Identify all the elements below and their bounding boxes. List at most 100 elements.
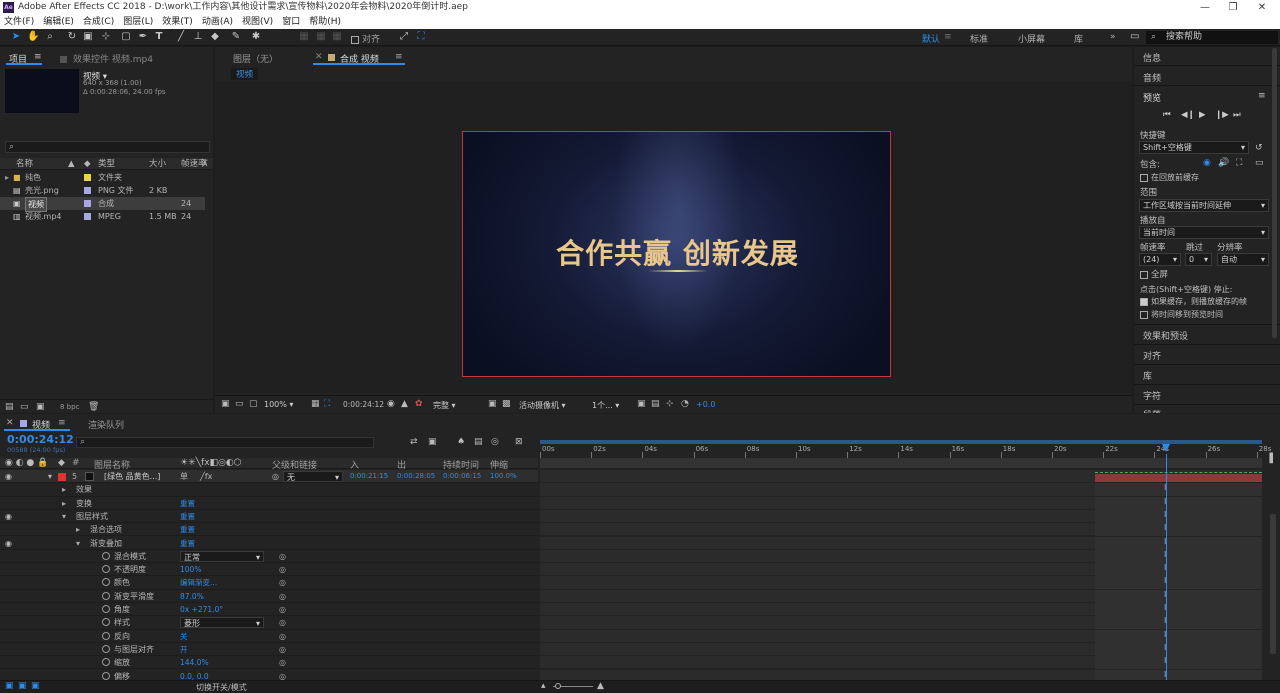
col-name[interactable]: 名称: [16, 159, 33, 170]
timeline-icon[interactable]: ▤: [651, 399, 660, 409]
property-row[interactable]: 混合模式 正常 ▾ ◎: [0, 550, 538, 564]
fast-preview-icon[interactable]: ▣: [637, 399, 646, 409]
property-value[interactable]: 重置: [180, 510, 195, 523]
monitor-icon[interactable]: ▭: [235, 399, 244, 409]
mask-visibility-icon[interactable]: ▢: [249, 399, 258, 409]
menu-edit[interactable]: 编辑(E): [39, 15, 79, 29]
right-panel-scrollbar[interactable]: [1272, 48, 1277, 338]
property-value[interactable]: 编辑渐变...: [180, 576, 217, 589]
visibility-eye-icon[interactable]: ◉: [5, 470, 12, 483]
timeline-menu-icon[interactable]: ≡: [58, 418, 66, 428]
expression-pickwhip-icon[interactable]: ◎: [279, 643, 286, 656]
timeline-search-input[interactable]: ⌕: [76, 437, 374, 448]
layer-out-time[interactable]: 0:00:28:05: [397, 470, 435, 483]
skip-dropdown[interactable]: 0 ▾: [1185, 253, 1212, 266]
timeline-scrollbar[interactable]: [1270, 514, 1276, 654]
play-icon[interactable]: ▶: [1199, 110, 1206, 120]
flowchart-view-icon[interactable]: ⊹: [666, 399, 674, 409]
reset-exposure-icon[interactable]: ◔: [681, 399, 689, 409]
zoom-slider-thumb[interactable]: [555, 683, 561, 689]
flowchart-icon[interactable]: ⊼: [202, 159, 208, 170]
resolution-dropdown[interactable]: 完整 ▾: [433, 400, 456, 411]
parent-dropdown[interactable]: 无 ▾: [283, 471, 343, 482]
axis-world-icon[interactable]: ▦: [315, 31, 327, 43]
include-layer-controls-icon[interactable]: ▭: [1255, 158, 1264, 168]
stopwatch-icon[interactable]: [102, 605, 110, 613]
frame-blending-icon[interactable]: ▤: [474, 437, 483, 447]
workspace-standard[interactable]: 标准: [970, 32, 988, 45]
stopwatch-icon[interactable]: [102, 591, 110, 600]
property-row[interactable]: 不透明度 100% ◎: [0, 563, 538, 577]
shy-layers-icon[interactable]: ♠: [457, 437, 465, 447]
stopwatch-icon[interactable]: [102, 618, 110, 627]
snap-icon[interactable]: ⤢: [398, 31, 410, 43]
align-panel-tab[interactable]: 对齐: [1143, 349, 1161, 362]
property-value[interactable]: 0x +271.0°: [180, 603, 223, 616]
workspace-library[interactable]: 库: [1074, 32, 1083, 45]
list-item[interactable]: ▸ ■ 纯色 文件夹: [0, 171, 213, 184]
stopwatch-icon[interactable]: [102, 671, 110, 680]
col-size[interactable]: 大小: [149, 159, 166, 170]
paragraph-panel-tab[interactable]: 段落: [1143, 408, 1161, 413]
workspace-menu-icon[interactable]: ≡: [944, 32, 952, 42]
align-checkbox[interactable]: 对齐: [351, 32, 380, 45]
property-row[interactable]: 角度 0x +271.0° ◎: [0, 603, 538, 617]
property-row[interactable]: ▸ 混合选项 重置: [0, 523, 538, 537]
region-of-interest-icon[interactable]: ▣: [488, 399, 497, 409]
property-row[interactable]: 反向 关 ◎: [0, 630, 538, 643]
selection-tool-icon[interactable]: ➤: [10, 31, 22, 43]
property-row[interactable]: 渐变平滑度 87.0% ◎: [0, 590, 538, 603]
pen-tool-icon[interactable]: ✒: [137, 31, 149, 43]
search-help-field[interactable]: ⌕ 搜索帮助: [1146, 31, 1278, 44]
property-row[interactable]: ▸ 效果: [0, 483, 538, 497]
new-folder-icon[interactable]: ▭: [20, 402, 29, 412]
transparency-grid-icon[interactable]: ⛶: [324, 399, 330, 409]
twirl-icon[interactable]: ▸: [62, 497, 66, 510]
property-dropdown[interactable]: 菱形 ▾: [180, 617, 264, 629]
cache-before-playback-checkbox[interactable]: 在回放前缓存: [1140, 172, 1199, 183]
preview-panel-tab[interactable]: 预览: [1143, 91, 1161, 104]
grid-icon[interactable]: ▦: [311, 399, 320, 409]
play-from-dropdown[interactable]: 当前时间 ▾: [1139, 226, 1269, 239]
layer-tab[interactable]: 图层（无）: [233, 52, 278, 65]
expression-pickwhip-icon[interactable]: ◎: [279, 590, 286, 603]
roto-brush-tool-icon[interactable]: ✎: [230, 31, 242, 43]
graph-editor-icon[interactable]: ⊠: [515, 437, 523, 447]
property-value[interactable]: 87.0%: [180, 590, 204, 603]
twirl-open-icon[interactable]: ▾: [48, 470, 52, 483]
stopwatch-icon[interactable]: [102, 631, 110, 640]
range-dropdown[interactable]: 工作区域按当前时间延伸 ▾: [1139, 199, 1269, 212]
axis-view-icon[interactable]: ▦: [331, 31, 343, 43]
comp-mini-flowchart-icon[interactable]: ⇄: [410, 437, 418, 447]
new-composition-icon[interactable]: ▣: [36, 402, 45, 412]
comp-frame[interactable]: 合作共赢 创新发展: [462, 131, 891, 377]
layer-switch-fx-icon[interactable]: ╱fx: [200, 470, 212, 483]
parent-pickwhip-icon[interactable]: ◎: [272, 470, 279, 483]
stopwatch-icon[interactable]: [102, 551, 110, 560]
work-area-bar[interactable]: [540, 440, 1262, 444]
include-video-icon[interactable]: ◉: [1203, 158, 1211, 168]
menu-help[interactable]: 帮助(H): [305, 15, 346, 29]
property-row[interactable]: 样式 菱形 ▾ ◎: [0, 616, 538, 630]
close-tab-icon[interactable]: ✕: [315, 52, 323, 62]
zoom-in-icon[interactable]: ▲: [597, 681, 604, 691]
bit-depth-button[interactable]: 8 bpc: [60, 403, 79, 411]
draft-3d-icon[interactable]: ▣: [428, 437, 437, 447]
project-tab-menu-icon[interactable]: ≡: [34, 52, 42, 62]
property-row[interactable]: 颜色 编辑渐变... ◎: [0, 576, 538, 590]
property-eye-icon[interactable]: ◉: [5, 510, 12, 523]
zoom-tool-icon[interactable]: ⌕: [44, 31, 56, 43]
list-item[interactable]: ▣ 视频 合成 24: [0, 197, 205, 212]
stopwatch-icon[interactable]: [102, 565, 110, 574]
current-time-display[interactable]: 0:00:24:12: [343, 400, 384, 409]
property-row[interactable]: ▸ 变换 重置: [0, 497, 538, 510]
stopwatch-icon[interactable]: [102, 658, 110, 667]
property-value[interactable]: 开: [180, 643, 188, 656]
rotate-tool-icon[interactable]: ↻: [66, 31, 78, 43]
stopwatch-icon[interactable]: [102, 578, 110, 587]
layer-label-swatch[interactable]: [58, 473, 66, 481]
menu-animation[interactable]: 动画(A): [198, 15, 238, 29]
workspace-default[interactable]: 默认: [922, 32, 940, 45]
twirl-icon[interactable]: ▾: [62, 510, 66, 523]
shortcut-dropdown[interactable]: Shift+空格键 ▾: [1139, 141, 1249, 154]
